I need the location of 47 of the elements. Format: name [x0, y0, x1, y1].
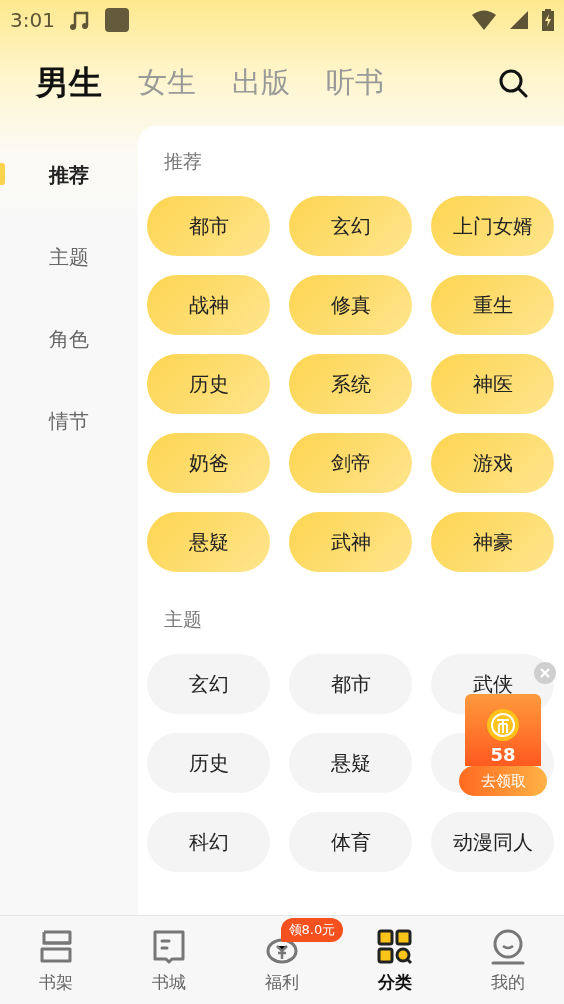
tag-chip[interactable]: 武神: [289, 512, 412, 572]
tag-chip[interactable]: 游戏: [431, 433, 554, 493]
category-grid-icon: [376, 929, 413, 965]
sidebar-item[interactable]: 主题: [0, 216, 138, 298]
music-note-icon: [68, 9, 91, 31]
tag-chip[interactable]: 历史: [147, 354, 270, 414]
tag-chip[interactable]: 重生: [431, 275, 554, 335]
book-icon: [151, 929, 188, 965]
square-icon: [104, 8, 129, 32]
coin-icon: [486, 708, 520, 742]
tag-chip[interactable]: 玄幻: [147, 654, 270, 714]
tag-chip[interactable]: 都市: [289, 654, 412, 714]
reward-badge: 领8.0元: [280, 918, 344, 942]
tag-chip[interactable]: 神豪: [431, 512, 554, 572]
tag-chip[interactable]: 系统: [289, 354, 412, 414]
tag-chip[interactable]: 战神: [147, 275, 270, 335]
reward-amount: 58: [490, 744, 516, 765]
tag-chip[interactable]: 上门女婿: [431, 196, 554, 256]
tag-chip[interactable]: 神医: [431, 354, 554, 414]
tag-chip[interactable]: 科幻: [147, 812, 270, 872]
search-icon[interactable]: [498, 68, 528, 98]
sidebar-item[interactable]: 情节: [0, 380, 138, 462]
section-title: 主题: [163, 607, 203, 632]
wifi-icon: [472, 10, 496, 30]
close-icon: [540, 668, 550, 678]
tag-chip[interactable]: 动漫同人: [431, 812, 554, 872]
signal-icon: [510, 11, 528, 29]
tag-chip[interactable]: 悬疑: [289, 733, 412, 793]
tag-chip[interactable]: 玄幻: [289, 196, 412, 256]
tag-chip[interactable]: 悬疑: [147, 512, 270, 572]
bookshelf-icon: [38, 929, 75, 965]
tag-chip[interactable]: 奶爸: [147, 433, 270, 493]
nav-tab[interactable]: 我的: [451, 916, 564, 1004]
battery-icon: [542, 9, 554, 31]
status-time: 3:01: [10, 8, 55, 32]
sidebar-item[interactable]: 角色: [0, 298, 138, 380]
section-title: 推荐: [163, 149, 203, 174]
tag-chip[interactable]: 都市: [147, 196, 270, 256]
tag-chip[interactable]: 修真: [289, 275, 412, 335]
tag-chip[interactable]: 剑帝: [289, 433, 412, 493]
nav-tab[interactable]: 书架: [0, 916, 113, 1004]
tag-chip[interactable]: 历史: [147, 733, 270, 793]
nav-tab[interactable]: 书城: [112, 916, 226, 1004]
profile-face-icon: [489, 929, 526, 965]
tag-chip[interactable]: 体育: [289, 812, 412, 872]
sidebar-item[interactable]: 推荐: [0, 134, 138, 216]
category-tab[interactable]: 男生: [36, 60, 102, 106]
